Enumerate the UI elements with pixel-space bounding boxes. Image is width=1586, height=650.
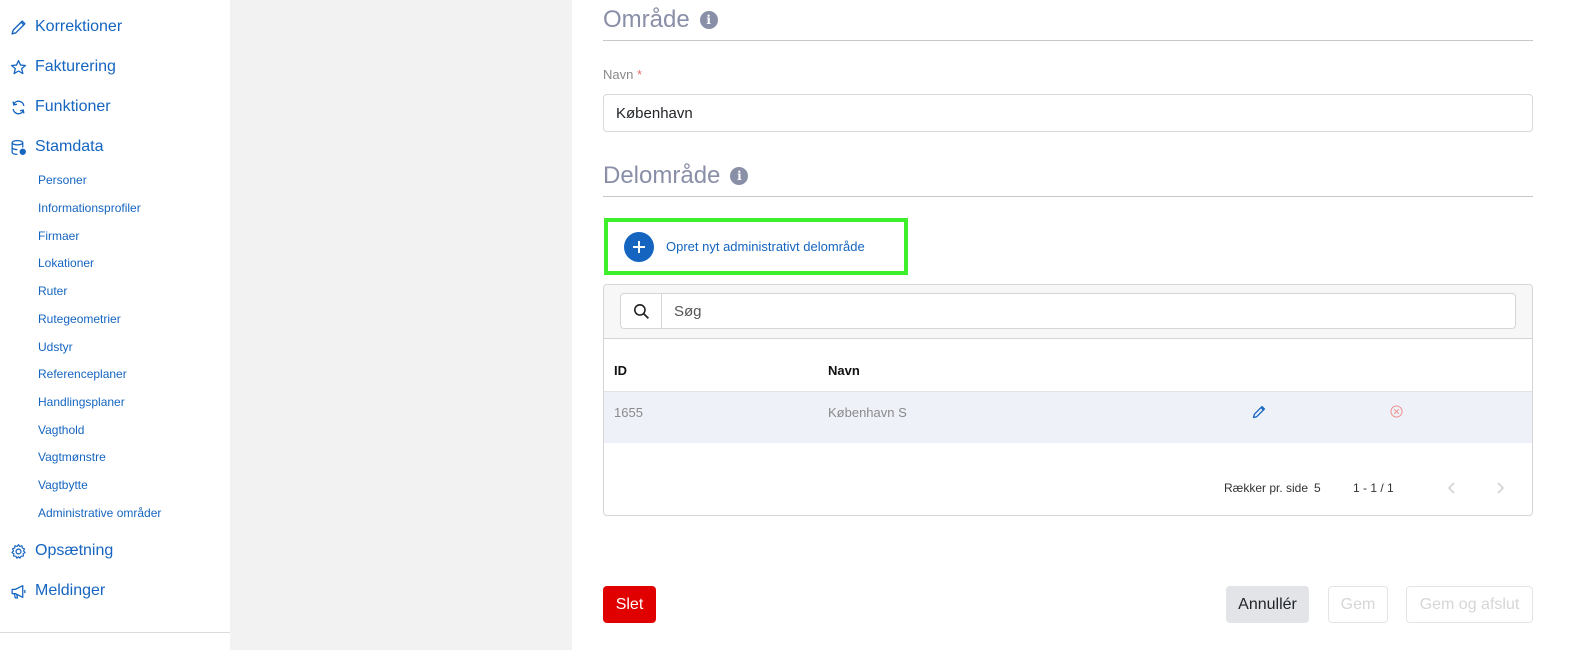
column-header-id[interactable]: ID <box>614 363 627 378</box>
nav-item-funktioner[interactable]: Funktioner <box>10 98 111 116</box>
refresh-icon <box>10 99 27 116</box>
nav-item-fakturering[interactable]: Fakturering <box>10 58 116 76</box>
sidebar-divider <box>0 632 230 633</box>
page-range: 1 - 1 / 1 <box>1353 481 1394 495</box>
required-mark: * <box>636 67 643 82</box>
main-panel: Område i Navn * Delområde i Opret nyt ad… <box>572 0 1586 650</box>
info-icon[interactable]: i <box>699 11 718 29</box>
subarea-table: ID Navn 1655 København S Rækker pr. side… <box>603 284 1533 516</box>
sidebar-item-firmaer[interactable]: Firmaer <box>38 229 79 243</box>
plus-icon <box>624 231 654 262</box>
search-icon[interactable] <box>620 293 661 329</box>
subarea-section-title: Delområde i <box>603 162 749 190</box>
area-title-text: Område <box>603 6 690 33</box>
pencil-icon <box>10 19 27 36</box>
rows-per-page-label: Rækker pr. side <box>1224 481 1309 495</box>
table-search-bar <box>604 285 1532 339</box>
chevron-right-icon[interactable] <box>1492 480 1508 496</box>
delete-icon[interactable] <box>1390 405 1403 418</box>
sidebar-item-administrative-omrader[interactable]: Administrative områder <box>38 506 161 520</box>
delete-button[interactable]: Slet <box>603 586 656 623</box>
name-field-label: Navn * <box>603 67 642 82</box>
name-input[interactable] <box>603 94 1533 132</box>
nav-item-stamdata[interactable]: Stamdata <box>10 138 103 156</box>
sidebar-item-personer[interactable]: Personer <box>38 173 87 187</box>
section-divider <box>603 196 1533 197</box>
info-icon[interactable]: i <box>730 167 749 185</box>
nav-item-opsaetning[interactable]: Opsætning <box>10 542 113 560</box>
database-icon <box>10 139 27 156</box>
sidebar-item-handlingsplaner[interactable]: Handlingsplaner <box>38 395 125 409</box>
nav-item-label: Funktioner <box>35 98 111 115</box>
save-button[interactable]: Gem <box>1328 586 1388 623</box>
name-label-text: Navn <box>603 67 634 82</box>
nav-item-label: Stamdata <box>35 138 104 155</box>
section-divider <box>603 40 1533 41</box>
megaphone-icon <box>10 583 27 600</box>
sidebar: Korrektioner Fakturering Funktioner Stam… <box>0 0 230 650</box>
sidebar-item-referenceplaner[interactable]: Referenceplaner <box>38 367 127 381</box>
gear-icon <box>10 543 27 560</box>
nav-item-label: Meldinger <box>35 582 106 599</box>
cell-id: 1655 <box>614 405 643 420</box>
chevron-left-icon[interactable] <box>1444 480 1460 496</box>
sidebar-item-vagthold[interactable]: Vagthold <box>38 423 84 437</box>
search-input[interactable] <box>661 293 1516 329</box>
nav-item-label: Opsætning <box>35 542 114 559</box>
create-subarea-label: Opret nyt administrativt delområde <box>666 239 865 254</box>
nav-item-korrektioner[interactable]: Korrektioner <box>10 18 122 36</box>
column-header-name[interactable]: Navn <box>828 363 860 378</box>
area-section-title: Område i <box>603 6 718 34</box>
sidebar-item-vagtmonstre[interactable]: Vagtmønstre <box>38 450 106 464</box>
sidebar-item-lokationer[interactable]: Lokationer <box>38 256 94 270</box>
edit-icon[interactable] <box>1251 404 1267 420</box>
save-and-close-button[interactable]: Gem og afslut <box>1406 586 1533 623</box>
star-icon <box>10 59 27 76</box>
rows-per-page-select[interactable]: 5 <box>1314 481 1321 495</box>
sidebar-item-ruter[interactable]: Ruter <box>38 284 67 298</box>
cell-name: København S <box>828 405 907 420</box>
sidebar-item-rutegeometrier[interactable]: Rutegeometrier <box>38 312 121 326</box>
sidebar-item-vagtbytte[interactable]: Vagtbytte <box>38 478 88 492</box>
subarea-title-text: Delområde <box>603 162 721 189</box>
create-subarea-button[interactable]: Opret nyt administrativt delområde <box>604 218 908 275</box>
nav-item-label: Fakturering <box>35 58 116 75</box>
cancel-button[interactable]: Annullér <box>1226 586 1309 623</box>
sidebar-item-udstyr[interactable]: Udstyr <box>38 340 73 354</box>
nav-item-label: Korrektioner <box>35 18 123 35</box>
sidebar-item-informationsprofiler[interactable]: Informationsprofiler <box>38 201 141 215</box>
nav-item-meldinger[interactable]: Meldinger <box>10 582 105 600</box>
